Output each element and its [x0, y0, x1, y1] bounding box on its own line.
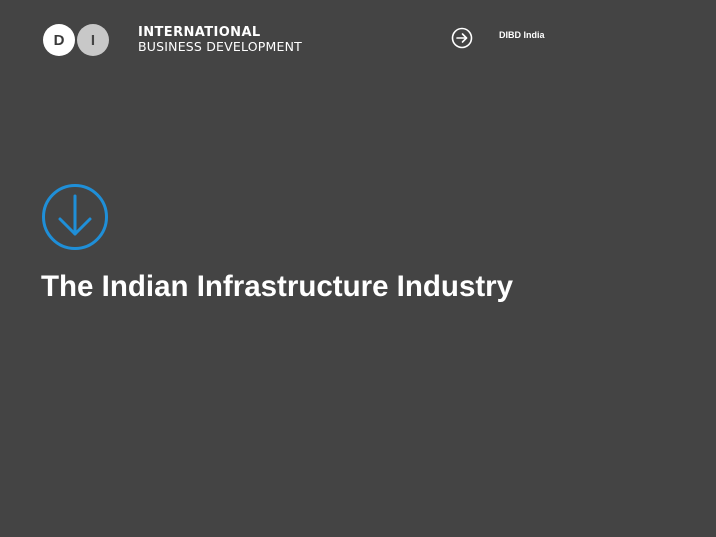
logo-letter-i: I [77, 24, 109, 56]
nav-link-dibd-india[interactable]: DIBD India [499, 30, 545, 40]
arrow-right-circle-icon[interactable] [451, 27, 473, 49]
arrow-down-circle-icon [41, 183, 109, 251]
org-name-line2: BUSINESS DEVELOPMENT [138, 39, 302, 54]
di-logo[interactable]: D I [43, 24, 111, 56]
org-name-line1: INTERNATIONAL [138, 25, 261, 40]
logo-letter-d: D [43, 24, 75, 56]
slide-title: The Indian Infrastructure Industry [41, 270, 514, 303]
header: D I INTERNATIONAL BUSINESS DEVELOPMENT D… [0, 0, 716, 80]
org-name: INTERNATIONAL BUSINESS DEVELOPMENT [138, 26, 302, 54]
